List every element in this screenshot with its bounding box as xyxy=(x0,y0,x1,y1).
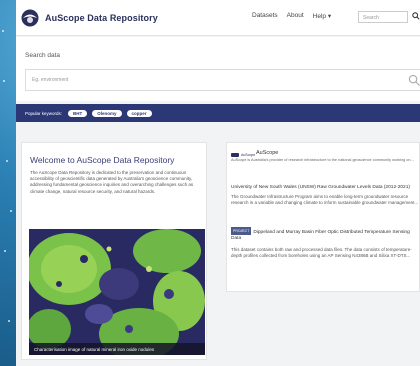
keyword-pill[interactable]: BHT xyxy=(68,109,88,117)
nav-datasets[interactable]: Datasets xyxy=(252,12,278,20)
dataset-desc-groundwater: The Groundwater Infrastructure Program a… xyxy=(231,194,419,205)
auscope-logo-icon[interactable] xyxy=(21,9,39,27)
dataset-title-groundwater[interactable]: University of New South Wales (UNSW) Raw… xyxy=(231,185,419,191)
featured-datasets-card: AuScope AuScope AuScope is Australia's p… xyxy=(226,142,420,292)
search-placeholder: Eg. environment xyxy=(32,77,69,83)
search-data-input[interactable]: Eg. environment xyxy=(25,69,420,91)
org-logo-text: AuScope xyxy=(241,153,256,157)
project-tag: PROJECT xyxy=(231,227,252,235)
main-nav: Datasets About Help ▾ xyxy=(252,12,331,20)
welcome-text: The AuScope Data Repository is dedicated… xyxy=(30,170,194,194)
mineral-image: Characterisation image of natural minera… xyxy=(29,229,205,355)
keyword-pill[interactable]: copper xyxy=(126,109,152,117)
top-navigation-bar: AuScope Data Repository Datasets About H… xyxy=(16,0,420,36)
popular-keywords-bar: Popular keywords: BHT Olenomy copper xyxy=(16,104,420,122)
header-search-icon[interactable] xyxy=(412,12,420,22)
keywords-label: Popular keywords: xyxy=(25,110,63,116)
image-caption: Characterisation image of natural minera… xyxy=(29,343,205,355)
nav-about[interactable]: About xyxy=(287,12,304,20)
repository-page: AuScope Data Repository Datasets About H… xyxy=(16,0,420,366)
dataset-title-fiber-optic[interactable]: PROJECT Dippeland and Murray Basin Fiber … xyxy=(231,227,419,242)
keyword-pill[interactable]: Olenomy xyxy=(92,109,122,117)
org-logo: AuScope xyxy=(231,153,255,157)
brand-title[interactable]: AuScope Data Repository xyxy=(45,13,158,23)
nav-help[interactable]: Help ▾ xyxy=(313,12,331,20)
search-icon[interactable] xyxy=(408,74,420,87)
dataset-title-text: Dippeland and Murray Basin Fiber Optic D… xyxy=(231,230,410,241)
dataset-desc-fiber-optic: This dataset contains both raw and proce… xyxy=(231,247,412,258)
welcome-title: Welcome to AuScope Data Repository xyxy=(30,155,175,165)
header-search-input[interactable]: Search xyxy=(358,11,408,23)
search-heading: Search data xyxy=(25,52,61,59)
mineral-nodules-picture xyxy=(29,229,205,355)
welcome-card: Welcome to AuScope Data Repository The A… xyxy=(21,142,207,360)
org-name[interactable]: AuScope xyxy=(256,150,278,156)
auscope-mark-icon xyxy=(231,153,239,157)
search-section: Search data Eg. environment xyxy=(16,37,420,101)
org-description: AuScope is Australia's provider of resea… xyxy=(231,158,414,162)
